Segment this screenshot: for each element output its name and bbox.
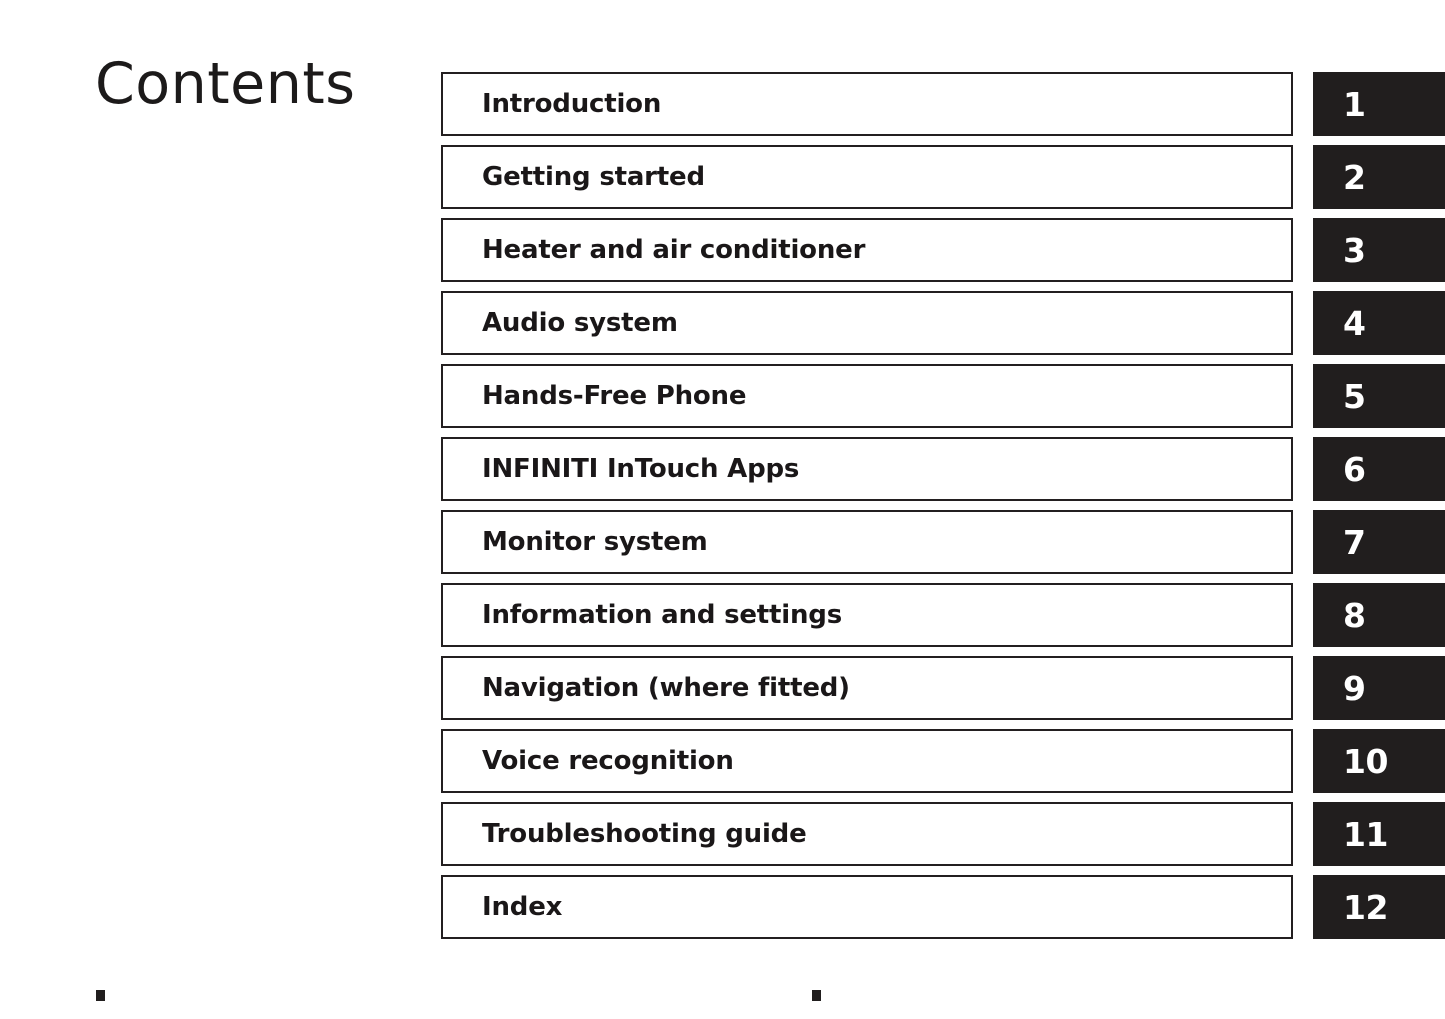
contents-entry-label: Navigation (where fitted) bbox=[482, 673, 850, 703]
contents-entry-9[interactable]: Navigation (where fitted) bbox=[441, 656, 1293, 720]
chapter-tab-number: 6 bbox=[1343, 449, 1366, 489]
contents-table: Introduction 1 Getting started 2 Heater … bbox=[441, 72, 1445, 948]
registration-mark-right-icon bbox=[812, 990, 821, 1001]
contents-entry-label: Voice recognition bbox=[482, 746, 734, 776]
chapter-tab-number: 2 bbox=[1343, 157, 1366, 197]
table-row: Voice recognition 10 bbox=[441, 729, 1445, 793]
chapter-tab-number: 3 bbox=[1343, 230, 1366, 270]
contents-entry-8[interactable]: Information and settings bbox=[441, 583, 1293, 647]
contents-entry-4[interactable]: Audio system bbox=[441, 291, 1293, 355]
contents-entry-6[interactable]: INFINITI InTouch Apps bbox=[441, 437, 1293, 501]
chapter-tab-number: 10 bbox=[1343, 741, 1388, 781]
chapter-tab-number: 7 bbox=[1343, 522, 1366, 562]
table-row: INFINITI InTouch Apps 6 bbox=[441, 437, 1445, 501]
registration-mark-left-icon bbox=[96, 990, 105, 1001]
chapter-tab-11[interactable]: 11 bbox=[1313, 802, 1445, 866]
contents-entry-12[interactable]: Index bbox=[441, 875, 1293, 939]
contents-entry-label: Monitor system bbox=[482, 527, 708, 557]
contents-entry-2[interactable]: Getting started bbox=[441, 145, 1293, 209]
table-row: Information and settings 8 bbox=[441, 583, 1445, 647]
chapter-tab-number: 1 bbox=[1343, 84, 1366, 124]
table-row: Heater and air conditioner 3 bbox=[441, 218, 1445, 282]
contents-entry-label: Information and settings bbox=[482, 600, 842, 630]
contents-entry-label: Troubleshooting guide bbox=[482, 819, 807, 849]
contents-entry-10[interactable]: Voice recognition bbox=[441, 729, 1293, 793]
contents-entry-label: Audio system bbox=[482, 308, 678, 338]
chapter-tab-10[interactable]: 10 bbox=[1313, 729, 1445, 793]
contents-entry-1[interactable]: Introduction bbox=[441, 72, 1293, 136]
chapter-tab-number: 9 bbox=[1343, 668, 1366, 708]
contents-entry-7[interactable]: Monitor system bbox=[441, 510, 1293, 574]
chapter-tab-6[interactable]: 6 bbox=[1313, 437, 1445, 501]
page-canvas: Contents Introduction 1 Getting started … bbox=[0, 0, 1445, 1019]
chapter-tab-number: 12 bbox=[1343, 887, 1388, 927]
chapter-tab-5[interactable]: 5 bbox=[1313, 364, 1445, 428]
contents-entry-label: Hands-Free Phone bbox=[482, 381, 747, 411]
chapter-tab-number: 11 bbox=[1343, 814, 1388, 854]
contents-entry-11[interactable]: Troubleshooting guide bbox=[441, 802, 1293, 866]
chapter-tab-number: 5 bbox=[1343, 376, 1366, 416]
contents-entry-label: Heater and air conditioner bbox=[482, 235, 866, 265]
chapter-tab-2[interactable]: 2 bbox=[1313, 145, 1445, 209]
chapter-tab-4[interactable]: 4 bbox=[1313, 291, 1445, 355]
chapter-tab-3[interactable]: 3 bbox=[1313, 218, 1445, 282]
contents-entry-5[interactable]: Hands-Free Phone bbox=[441, 364, 1293, 428]
table-row: Troubleshooting guide 11 bbox=[441, 802, 1445, 866]
chapter-tab-number: 4 bbox=[1343, 303, 1366, 343]
chapter-tab-8[interactable]: 8 bbox=[1313, 583, 1445, 647]
table-row: Navigation (where fitted) 9 bbox=[441, 656, 1445, 720]
chapter-tab-9[interactable]: 9 bbox=[1313, 656, 1445, 720]
table-row: Hands-Free Phone 5 bbox=[441, 364, 1445, 428]
contents-entry-label: INFINITI InTouch Apps bbox=[482, 454, 800, 484]
contents-entry-label: Index bbox=[482, 892, 563, 922]
table-row: Introduction 1 bbox=[441, 72, 1445, 136]
chapter-tab-7[interactable]: 7 bbox=[1313, 510, 1445, 574]
table-row: Monitor system 7 bbox=[441, 510, 1445, 574]
page-title: Contents bbox=[95, 51, 356, 117]
contents-entry-label: Introduction bbox=[482, 89, 662, 119]
chapter-tab-number: 8 bbox=[1343, 595, 1366, 635]
contents-entry-label: Getting started bbox=[482, 162, 705, 192]
contents-entry-3[interactable]: Heater and air conditioner bbox=[441, 218, 1293, 282]
table-row: Audio system 4 bbox=[441, 291, 1445, 355]
chapter-tab-1[interactable]: 1 bbox=[1313, 72, 1445, 136]
chapter-tab-12[interactable]: 12 bbox=[1313, 875, 1445, 939]
table-row: Getting started 2 bbox=[441, 145, 1445, 209]
table-row: Index 12 bbox=[441, 875, 1445, 939]
